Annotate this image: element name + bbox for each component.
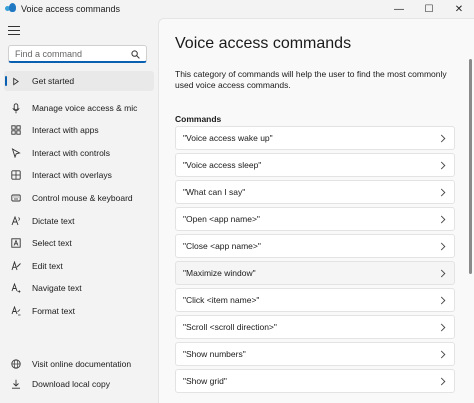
voice-access-app-icon (5, 3, 17, 15)
sidebar-item-get-started[interactable]: Get started (4, 71, 154, 91)
chevron-right-icon (440, 377, 446, 386)
edit-icon (10, 261, 21, 272)
main-content: Voice access commands This category of c… (158, 18, 474, 403)
sidebar-item-label: Dictate text (32, 216, 75, 226)
select-text-icon (10, 238, 21, 249)
window-title: Voice access commands (21, 4, 121, 14)
sidebar-item-select-text[interactable]: Select text (4, 233, 154, 253)
overlay-grid-icon (10, 170, 21, 181)
sidebar-item-label: Interact with overlays (32, 170, 112, 180)
sidebar-item-label: Edit text (32, 261, 63, 271)
minimize-button[interactable]: — (384, 0, 414, 18)
page-description: This category of commands will help the … (175, 69, 447, 90)
sidebar-item-label: Manage voice access & mic (32, 103, 138, 113)
sidebar-item-label: Interact with controls (32, 148, 110, 158)
sidebar-item-interact-with-overlays[interactable]: Interact with overlays (4, 165, 154, 185)
chevron-right-icon (440, 323, 446, 332)
command-label: "Maximize window" (183, 268, 256, 278)
command-item[interactable]: "Click <item name>" (175, 288, 455, 312)
chevron-right-icon (440, 215, 446, 224)
sidebar-item-control-mouse-keyboard[interactable]: Control mouse & keyboard (4, 188, 154, 208)
sidebar-item-navigate-text[interactable]: Navigate text (4, 278, 154, 298)
command-label: "Voice access sleep" (183, 160, 262, 170)
sidebar-item-format-text[interactable]: Format text (4, 301, 154, 321)
sidebar: Get started Manage voice access & mic In… (0, 18, 158, 403)
sidebar-item-label: Download local copy (32, 379, 110, 389)
chevron-right-icon (440, 269, 446, 278)
sidebar-item-label: Format text (32, 306, 75, 316)
sidebar-item-label: Visit online documentation (32, 359, 132, 369)
chevron-right-icon (440, 350, 446, 359)
hamburger-menu-icon[interactable] (8, 26, 20, 36)
search-icon[interactable] (131, 50, 140, 59)
sidebar-item-label: Navigate text (32, 283, 82, 293)
command-item[interactable]: "Voice access sleep" (175, 153, 455, 177)
command-label: "Voice access wake up" (183, 133, 273, 143)
apps-icon (10, 125, 21, 136)
close-button[interactable]: ✕ (444, 0, 474, 18)
sidebar-item-label: Select text (32, 238, 72, 248)
play-icon (10, 76, 21, 87)
sidebar-item-label: Control mouse & keyboard (32, 193, 133, 203)
command-label: "Show numbers" (183, 349, 246, 359)
sidebar-item-manage-voice-access[interactable]: Manage voice access & mic (4, 98, 154, 118)
command-item[interactable]: "Voice access wake up" (175, 126, 455, 150)
command-label: "Scroll <scroll direction>" (183, 322, 277, 332)
chevron-right-icon (440, 296, 446, 305)
title-bar: Voice access commands — ☐ ✕ (0, 0, 474, 18)
command-label: "Open <app name>" (183, 214, 260, 224)
sidebar-item-dictate-text[interactable]: Dictate text (4, 211, 154, 231)
navigate-icon (10, 283, 21, 294)
chevron-right-icon (440, 161, 446, 170)
dictate-icon (10, 216, 21, 227)
sidebar-item-interact-with-controls[interactable]: Interact with controls (4, 143, 154, 163)
mouse-icon (10, 193, 21, 204)
chevron-right-icon (440, 188, 446, 197)
active-indicator (5, 76, 7, 86)
command-item[interactable]: "Close <app name>" (175, 234, 455, 258)
page-title: Voice access commands (175, 35, 352, 52)
command-label: "Close <app name>" (183, 241, 261, 251)
cursor-icon (10, 148, 21, 159)
sidebar-item-edit-text[interactable]: Edit text (4, 256, 154, 276)
search-input[interactable] (9, 48, 127, 59)
command-label: "What can I say" (183, 187, 246, 197)
globe-icon (10, 359, 21, 370)
search-box[interactable] (8, 45, 147, 63)
microphone-icon (10, 102, 21, 114)
command-item[interactable]: "Open <app name>" (175, 207, 455, 231)
command-label: "Show grid" (183, 376, 227, 386)
command-item[interactable]: "Scroll <scroll direction>" (175, 315, 455, 339)
command-label: "Click <item name>" (183, 295, 260, 305)
scrollbar[interactable] (469, 59, 472, 274)
command-item[interactable]: "Show grid" (175, 369, 455, 393)
sidebar-item-interact-with-apps[interactable]: Interact with apps (4, 120, 154, 140)
download-icon (10, 379, 21, 390)
maximize-button[interactable]: ☐ (414, 0, 444, 18)
commands-section-label: Commands (175, 114, 222, 124)
sidebar-item-visit-online-documentation[interactable]: Visit online documentation (4, 354, 154, 374)
sidebar-item-label: Interact with apps (32, 125, 99, 135)
command-item[interactable]: "Show numbers" (175, 342, 455, 366)
chevron-right-icon (440, 242, 446, 251)
command-item[interactable]: "What can I say" (175, 180, 455, 204)
chevron-right-icon (440, 134, 446, 143)
sidebar-item-download-local-copy[interactable]: Download local copy (4, 374, 154, 394)
command-item[interactable]: "Maximize window" (175, 261, 455, 285)
sidebar-item-label: Get started (32, 76, 75, 86)
format-icon (10, 306, 21, 317)
